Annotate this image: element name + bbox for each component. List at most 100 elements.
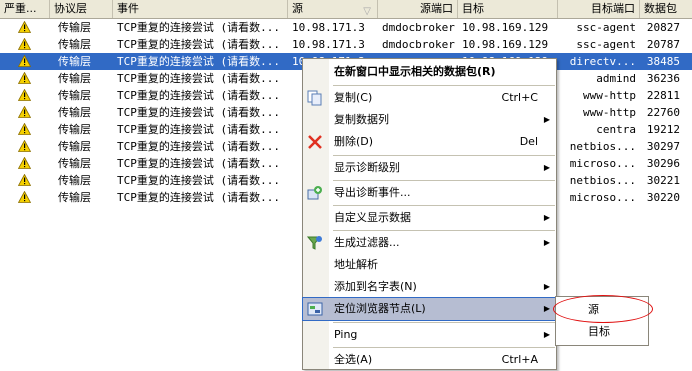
- filter-funnel-icon: [307, 236, 322, 250]
- packets-cell: 30296: [646, 157, 680, 170]
- submenu-arrow-icon: ▶: [543, 213, 550, 222]
- menu-item-resolve[interactable]: 地址解析: [303, 254, 556, 276]
- layer-cell: 传输层: [58, 157, 91, 170]
- menu-item-custom-display[interactable]: 自定义显示数据 ▶: [303, 207, 556, 229]
- warning-icon: [18, 157, 31, 169]
- context-menu: 在新窗口中显示相关的数据包(R) 复制(C) Ctrl+C 复制数据列 ▶ 删除…: [302, 58, 557, 370]
- menu-separator: [333, 85, 555, 86]
- packets-cell: 19212: [646, 123, 680, 136]
- menu-item-select-all[interactable]: 全选(A) Ctrl+A: [303, 349, 556, 371]
- warning-icon: [18, 38, 31, 50]
- menu-label: 生成过滤器...: [334, 236, 400, 249]
- target-port-cell: microso...: [569, 191, 636, 204]
- submenu-arrow-icon: ▶: [543, 238, 550, 247]
- menu-item-copy[interactable]: 复制(C) Ctrl+C: [303, 87, 556, 109]
- table-row[interactable]: 传输层 TCP重复的连接尝试 (请看数... 10.98.171.3 dmdocbro…: [0, 19, 692, 36]
- col-source[interactable]: 源 ▽: [288, 0, 378, 18]
- source-cell: 10.98.171.3: [292, 38, 365, 51]
- menu-item-locate-node[interactable]: 定位浏览器节点(L) ▶: [302, 297, 557, 321]
- event-cell: TCP重复的连接尝试 (请看数...: [117, 106, 280, 119]
- menu-item-export-diag[interactable]: 导出诊断事件...: [303, 182, 556, 204]
- col-target[interactable]: 目标: [458, 0, 558, 18]
- menu-label: 自定义显示数据: [334, 211, 411, 224]
- layer-cell: 传输层: [58, 72, 91, 85]
- col-event[interactable]: 事件: [113, 0, 288, 18]
- menu-label: 导出诊断事件...: [334, 186, 411, 199]
- source-port-cell: dmdocbroker: [382, 21, 455, 34]
- delete-x-icon: [308, 135, 322, 149]
- event-cell: TCP重复的连接尝试 (请看数...: [117, 123, 280, 136]
- packets-cell: 30220: [646, 191, 680, 204]
- event-cell: TCP重复的连接尝试 (请看数...: [117, 38, 280, 51]
- col-target-port[interactable]: 目标端口: [558, 0, 640, 18]
- col-layer[interactable]: 协议层: [50, 0, 113, 18]
- target-port-cell: microso...: [569, 157, 636, 170]
- export-icon: [307, 186, 322, 200]
- source-port-cell: dmdocbroker: [382, 38, 455, 51]
- sort-arrow-icon: ▽: [363, 6, 371, 17]
- menu-label: Ping: [334, 328, 358, 341]
- warning-icon: [18, 106, 31, 118]
- packets-cell: 36236: [646, 72, 680, 85]
- layer-cell: 传输层: [58, 174, 91, 187]
- event-cell: TCP重复的连接尝试 (请看数...: [117, 72, 280, 85]
- target-port-cell: centra: [596, 123, 636, 136]
- layer-cell: 传输层: [58, 191, 91, 204]
- red-highlight-ellipse: [553, 295, 653, 323]
- col-source-port[interactable]: 源端口: [378, 0, 458, 18]
- submenu-arrow-icon: ▶: [543, 163, 550, 172]
- menu-label: 添加到名字表(N): [334, 280, 417, 293]
- packets-cell: 22760: [646, 106, 680, 119]
- target-port-cell: directv...: [569, 55, 636, 68]
- submenu-item-target[interactable]: 目标: [556, 321, 648, 343]
- submenu-arrow-icon: ▶: [543, 282, 550, 291]
- col-packets[interactable]: 数据包: [640, 0, 692, 18]
- menu-item-diag-level[interactable]: 显示诊断级别 ▶: [303, 157, 556, 179]
- warning-icon: [18, 72, 31, 84]
- layer-cell: 传输层: [58, 21, 91, 34]
- menu-separator: [333, 180, 555, 181]
- packets-cell: 30297: [646, 140, 680, 153]
- target-port-cell: www-http: [583, 106, 636, 119]
- submenu-arrow-icon: ▶: [543, 115, 550, 124]
- event-cell: TCP重复的连接尝试 (请看数...: [117, 55, 280, 68]
- packets-cell: 20827: [646, 21, 680, 34]
- layer-cell: 传输层: [58, 106, 91, 119]
- menu-label: 地址解析: [334, 258, 378, 271]
- menu-label: 显示诊断级别: [334, 161, 400, 174]
- target-port-cell: ssc-agent: [576, 38, 636, 51]
- menu-label: 删除(D): [334, 135, 374, 148]
- event-cell: TCP重复的连接尝试 (请看数...: [117, 89, 280, 102]
- submenu-arrow-icon: ▶: [543, 330, 550, 339]
- menu-label: 全选(A): [334, 353, 373, 366]
- target-cell: 10.98.169.129: [462, 21, 549, 34]
- warning-icon: [18, 21, 31, 33]
- event-cell: TCP重复的连接尝试 (请看数...: [117, 21, 280, 34]
- menu-item-make-filter[interactable]: 生成过滤器... ▶: [303, 232, 556, 254]
- menu-item-open-related[interactable]: 在新窗口中显示相关的数据包(R): [303, 61, 556, 83]
- submenu-arrow-icon: ▶: [543, 304, 550, 313]
- menu-shortcut: Del: [519, 135, 538, 148]
- target-port-cell: admind: [596, 72, 636, 85]
- target-port-cell: ssc-agent: [576, 21, 636, 34]
- menu-item-delete[interactable]: 删除(D) Del: [303, 131, 556, 153]
- target-port-cell: netbios...: [569, 174, 636, 187]
- table-row[interactable]: 传输层 TCP重复的连接尝试 (请看数... 10.98.171.3 dmdocbro…: [0, 36, 692, 53]
- warning-icon: [18, 191, 31, 203]
- locate-node-icon: [307, 302, 323, 316]
- menu-separator: [333, 205, 555, 206]
- layer-cell: 传输层: [58, 38, 91, 51]
- warning-icon: [18, 89, 31, 101]
- warning-icon: [18, 123, 31, 135]
- menu-item-add-names[interactable]: 添加到名字表(N) ▶: [303, 276, 556, 298]
- event-cell: TCP重复的连接尝试 (请看数...: [117, 174, 280, 187]
- menu-separator: [333, 347, 555, 348]
- layer-cell: 传输层: [58, 123, 91, 136]
- menu-label: 复制(C): [334, 91, 373, 104]
- menu-item-copy-columns[interactable]: 复制数据列 ▶: [303, 109, 556, 131]
- target-port-cell: www-http: [583, 89, 636, 102]
- packets-cell: 22811: [646, 89, 680, 102]
- menu-item-ping[interactable]: Ping ▶: [303, 324, 556, 346]
- packets-cell: 20787: [646, 38, 680, 51]
- col-severity[interactable]: 严重...: [0, 0, 50, 18]
